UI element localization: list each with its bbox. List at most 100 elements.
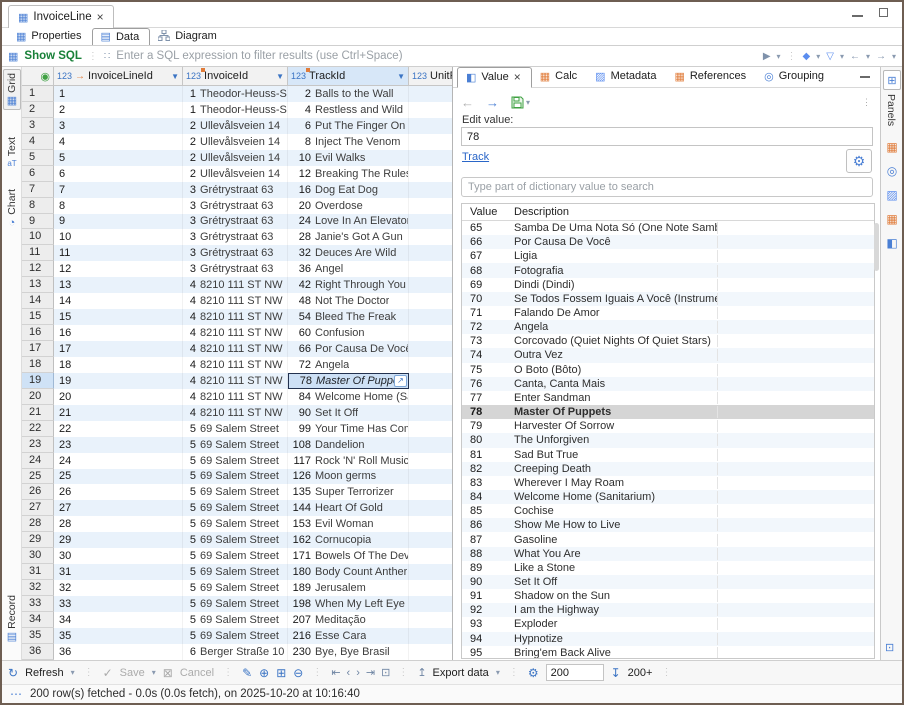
cell-invoicelineid[interactable]: 33 [54,596,183,612]
cell-trackid[interactable]: 16Dog Eat Dog [288,182,409,198]
grouping-panel-icon[interactable]: ◎ [884,163,900,179]
panel-tab-grouping[interactable]: ◎ Grouping [756,66,834,87]
cell-invoiceid[interactable]: 569 Salem Street [183,612,288,628]
cell-unitprice[interactable] [409,500,452,516]
cell-invoicelineid[interactable]: 12 [54,261,183,277]
table-row[interactable]: 2525569 Salem Street126Moon germs [22,469,452,485]
cell-invoicelineid[interactable]: 36 [54,644,183,660]
dictionary-row[interactable]: 90Set It Off [462,575,874,589]
cell-invoicelineid[interactable]: 4 [54,134,183,150]
cell-trackid[interactable]: 28Janie's Got A Gun [288,229,409,245]
dictionary-row[interactable]: 86Show Me How to Live [462,518,874,532]
cell-invoiceid[interactable]: 48210 111 ST NW [183,293,288,309]
row-number[interactable]: 19 [22,373,54,389]
status-dots-icon[interactable]: ⋯ [10,687,22,701]
panel-minimize-icon[interactable] [860,76,870,78]
refresh-icon[interactable]: ↻ [8,666,18,680]
cell-invoiceid[interactable]: 569 Salem Street [183,469,288,485]
cell-unitprice[interactable] [409,564,452,580]
sql-filter-input[interactable] [116,50,757,62]
selected-cell-trackid[interactable]: 78Master Of Puppe↗ [288,373,409,389]
add-row-icon[interactable]: ⊕ [259,666,269,680]
cell-unitprice[interactable] [409,516,452,532]
nav-forward-icon[interactable]: → [876,51,886,62]
table-row[interactable]: 141448210 111 ST NW48Not The Doctor [22,293,452,309]
cell-invoiceid[interactable]: 3Grétrystraat 63 [183,198,288,214]
row-number[interactable]: 17 [22,341,54,357]
cell-invoiceid[interactable]: 569 Salem Street [183,532,288,548]
export-icon[interactable]: ↥ [417,666,425,679]
cell-invoicelineid[interactable]: 26 [54,484,183,500]
cell-trackid[interactable]: 4Restless and Wild [288,102,409,118]
cancel-button[interactable]: Cancel [180,667,214,679]
cell-unitprice[interactable] [409,453,452,469]
cell-invoiceid[interactable]: 3Grétrystraat 63 [183,214,288,230]
row-number[interactable]: 24 [22,453,54,469]
cell-trackid[interactable]: 99Your Time Has Com [288,421,409,437]
cell-invoicelineid[interactable]: 10 [54,229,183,245]
cell-invoiceid[interactable]: 2Ullevålsveien 14 [183,150,288,166]
presentation-tab-text[interactable]: Text aT [3,137,21,169]
cell-trackid[interactable]: 54Bleed The Freak [288,309,409,325]
cell-invoicelineid[interactable]: 3 [54,118,183,134]
cell-invoiceid[interactable]: 569 Salem Street [183,484,288,500]
cell-invoicelineid[interactable]: 25 [54,469,183,485]
close-icon[interactable]: × [514,70,521,84]
first-row-icon[interactable]: ⇤ [331,666,339,679]
cell-unitprice[interactable] [409,245,452,261]
table-row[interactable]: 151548210 111 ST NW54Bleed The Freak [22,309,452,325]
cell-invoicelineid[interactable]: 5 [54,150,183,166]
cell-invoiceid[interactable]: 569 Salem Street [183,500,288,516]
dictionary-row[interactable]: 67Ligia [462,249,874,263]
dictionary-row[interactable]: 72Angela [462,320,874,334]
custom-filter-icon[interactable]: ▽ [826,51,834,62]
row-number[interactable]: 20 [22,389,54,405]
table-row[interactable]: 191948210 111 ST NW78Master Of Puppe↗ [22,373,452,389]
table-row[interactable]: 993Grétrystraat 6324Love In An Elevator [22,214,452,230]
table-row[interactable]: 181848210 111 ST NW72Angela [22,357,452,373]
table-row[interactable]: 2727569 Salem Street144Heart Of Gold [22,500,452,516]
table-row[interactable]: 3232569 Salem Street189Jerusalem [22,580,452,596]
dictionary-row[interactable]: 65Samba De Uma Nota Só (One Note Samba) [462,221,874,235]
cell-invoicelineid[interactable]: 18 [54,357,183,373]
cell-trackid[interactable]: 36Angel [288,261,409,277]
table-row[interactable]: 2323569 Salem Street108Dandelion [22,437,452,453]
open-value-editor-icon[interactable]: ↗ [394,375,407,387]
dictionary-row[interactable]: 82Creeping Death [462,462,874,476]
value-column-header[interactable]: Value [462,206,508,218]
dictionary-row[interactable]: 79Harvester Of Sorrow [462,419,874,433]
cell-invoicelineid[interactable]: 23 [54,437,183,453]
table-row[interactable]: 221Theodor-Heuss-St4Restless and Wild [22,102,452,118]
panel-menu-icon[interactable]: ⋮ [862,97,872,108]
cell-invoicelineid[interactable]: 13 [54,277,183,293]
cell-invoicelineid[interactable]: 1 [54,86,183,102]
cell-invoiceid[interactable]: 3Grétrystraat 63 [183,229,288,245]
cell-trackid[interactable]: 171Bowels Of The Dev [288,548,409,564]
cell-unitprice[interactable] [409,628,452,644]
cell-unitprice[interactable] [409,214,452,230]
cell-trackid[interactable]: 42Right Through You [288,277,409,293]
cell-trackid[interactable]: 216Esse Cara [288,628,409,644]
row-number[interactable]: 3 [22,118,54,134]
cell-trackid[interactable]: 32Deuces Are Wild [288,245,409,261]
dictionary-row[interactable]: 69Dindi (Dindi) [462,278,874,292]
dictionary-row[interactable]: 91Shadow on the Sun [462,589,874,603]
cell-invoicelineid[interactable]: 21 [54,405,183,421]
cell-invoiceid[interactable]: 569 Salem Street [183,564,288,580]
cell-invoiceid[interactable]: 6Berger Straße 10 [183,644,288,660]
cell-invoicelineid[interactable]: 8 [54,198,183,214]
cell-trackid[interactable]: 20Overdose [288,198,409,214]
fetch-settings-gear-icon[interactable]: ⚙ [528,666,539,680]
cell-trackid[interactable]: 60Confusion [288,325,409,341]
save-button[interactable]: Save [120,667,145,679]
cell-trackid[interactable]: 162Cornucopia [288,532,409,548]
row-number[interactable]: 34 [22,612,54,628]
cell-invoiceid[interactable]: 2Ullevålsveien 14 [183,166,288,182]
column-header-invoiceid[interactable]: 123 InvoiceId ▼ [183,67,288,85]
cell-invoiceid[interactable]: 48210 111 ST NW [183,277,288,293]
dictionary-search-input[interactable] [461,177,873,197]
dictionary-row[interactable]: 95Bring'em Back Alive [462,646,874,659]
tab-properties[interactable]: ▦ Properties [8,28,92,45]
cell-trackid[interactable]: 2Balls to the Wall [288,86,409,102]
chevron-down-icon[interactable]: ▾ [892,52,896,61]
